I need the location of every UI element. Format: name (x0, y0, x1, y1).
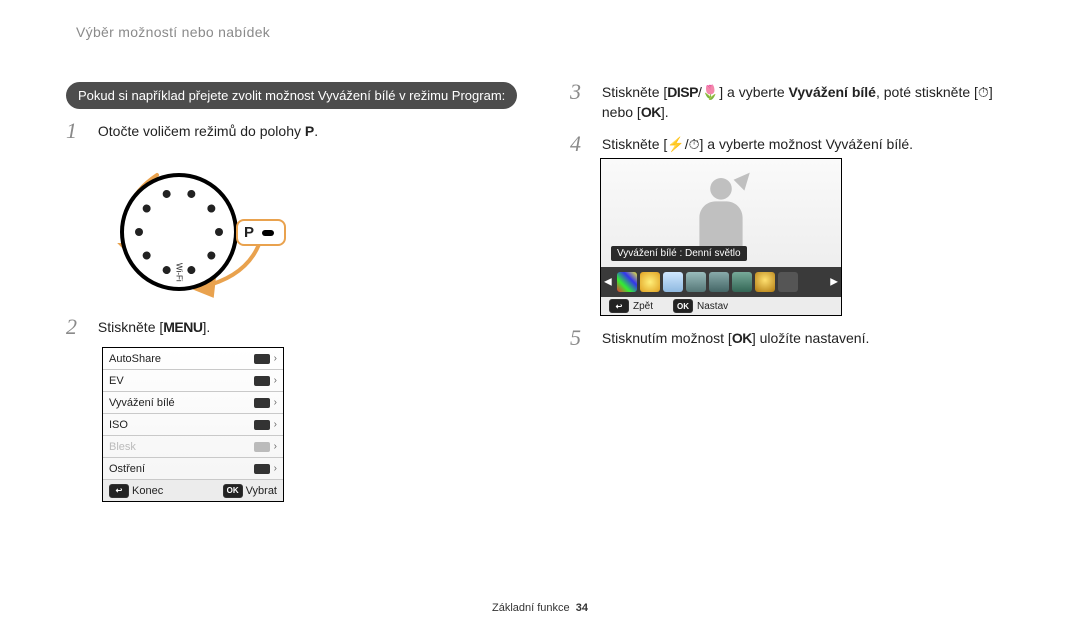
step-1-text-post: . (314, 123, 318, 139)
menu-key-label: MENU (163, 319, 202, 335)
menu-row-label: Blesk (109, 441, 136, 453)
ok-key-icon: OK (223, 484, 243, 498)
preview-bottom-bar: ↩ Zpět OK Nastav (601, 297, 841, 315)
share-icon (254, 354, 270, 364)
wb-icon (254, 398, 270, 408)
wb-chip-custom (778, 272, 798, 292)
ev-icon (254, 376, 270, 386)
step-1: 1 Otočte voličem režimů do polohy P. (66, 121, 536, 141)
footer-page: 34 (576, 602, 588, 614)
wb-option-strip: ◀ ▶ (601, 267, 841, 297)
step-3-bold: Vyvážení bílé (789, 84, 876, 100)
step-1-mode: P (305, 123, 314, 139)
step-5: 5 Stisknutím možnost [OK] uložíte nastav… (570, 328, 1030, 348)
wb-chip-daylight (640, 272, 660, 292)
focus-icon (254, 464, 270, 474)
step-2: 2 Stiskněte [MENU]. (66, 317, 536, 337)
chevron-right-icon: › (274, 441, 277, 452)
chevron-right-icon: › (274, 397, 277, 408)
chevron-right-icon: › (274, 419, 277, 430)
strip-right-icon: ▶ (830, 277, 838, 288)
back-key-icon: ↩ (609, 299, 629, 313)
wb-chip-tungsten (755, 272, 775, 292)
breadcrumb: Výběr možností nebo nabídek (76, 24, 270, 40)
wb-preview-figure: Vyvážení bílé : Denní světlo ◀ ▶ ↩ Zpět O… (600, 158, 842, 316)
menu-panel: AutoShare › EV › Vyvážení bílé › ISO › B… (102, 347, 284, 502)
step-2-post: ]. (203, 319, 211, 335)
timer-icon: ⏱ (689, 136, 700, 152)
wb-chip-fluorescent-l (709, 272, 729, 292)
page-footer: Základní funkce 34 (0, 602, 1080, 614)
mode-dial: Wi-Fi (120, 173, 238, 291)
ok-label: Vybrat (246, 485, 277, 497)
ok-key-icon: OK (673, 299, 693, 313)
disp-key-label: DISP (667, 84, 698, 100)
step-number: 2 (66, 317, 92, 337)
menu-row-flash: Blesk › (103, 436, 283, 458)
preview-scene: Vyvážení bílé : Denní světlo (601, 159, 841, 267)
back-label: Zpět (633, 301, 653, 312)
timer-icon: ⏱ (978, 84, 989, 100)
chevron-right-icon: › (274, 353, 277, 364)
ok-key-label: OK (641, 104, 661, 120)
flash-key-icon: ⚡ (667, 136, 684, 152)
iso-icon (254, 420, 270, 430)
back-label: Konec (132, 485, 163, 497)
example-callout: Pokud si například přejete zvolit možnos… (66, 82, 517, 109)
wb-value-tag: Vyvážení bílé : Denní světlo (611, 246, 747, 261)
wifi-label: Wi-Fi (175, 263, 184, 282)
mode-dial-figure: Wi-Fi P (102, 155, 312, 305)
wb-chip-fluorescent-w (732, 272, 752, 292)
ok-key-label: OK (732, 330, 752, 346)
macro-icon: 🌷 (702, 84, 719, 100)
mode-indicator-label: P (244, 224, 254, 241)
menu-row-ev: EV › (103, 370, 283, 392)
step-number: 1 (66, 121, 92, 141)
step-number: 5 (570, 328, 596, 348)
step-2-pre: Stiskněte [ (98, 319, 163, 335)
menu-row-iso: ISO › (103, 414, 283, 436)
chevron-right-icon: › (274, 375, 277, 386)
step-number: 3 (570, 82, 596, 102)
mode-indicator: P (236, 219, 286, 246)
footer-section: Základní funkce (492, 602, 570, 614)
step-1-text-pre: Otočte voličem režimů do polohy (98, 123, 305, 139)
menu-row-focus: Ostření › (103, 458, 283, 480)
step-4: 4 Stiskněte [⚡/⏱] a vyberte možnost Vyvá… (570, 134, 1030, 154)
step-3: 3 Stiskněte [DISP/🌷] a vyberte Vyvážení … (570, 82, 1030, 122)
wb-chip-fluorescent-h (686, 272, 706, 292)
step-number: 4 (570, 134, 596, 154)
strip-left-icon: ◀ (604, 277, 612, 288)
menu-row-label: AutoShare (109, 353, 161, 365)
chevron-right-icon: › (274, 463, 277, 474)
flash-icon (254, 442, 270, 452)
wb-chip-auto (617, 272, 637, 292)
menu-row-autoshare: AutoShare › (103, 348, 283, 370)
back-key-icon: ↩ (109, 484, 129, 498)
ok-label: Nastav (697, 301, 728, 312)
menu-row-label: EV (109, 375, 124, 387)
menu-row-label: Ostření (109, 463, 145, 475)
menu-row-label: ISO (109, 419, 128, 431)
menu-row-label: Vyvážení bílé (109, 397, 175, 409)
indicator-mark-icon (262, 230, 274, 236)
menu-bottom-bar: ↩Konec OKVybrat (103, 480, 283, 501)
wb-chip-cloudy (663, 272, 683, 292)
menu-row-wb: Vyvážení bílé › (103, 392, 283, 414)
